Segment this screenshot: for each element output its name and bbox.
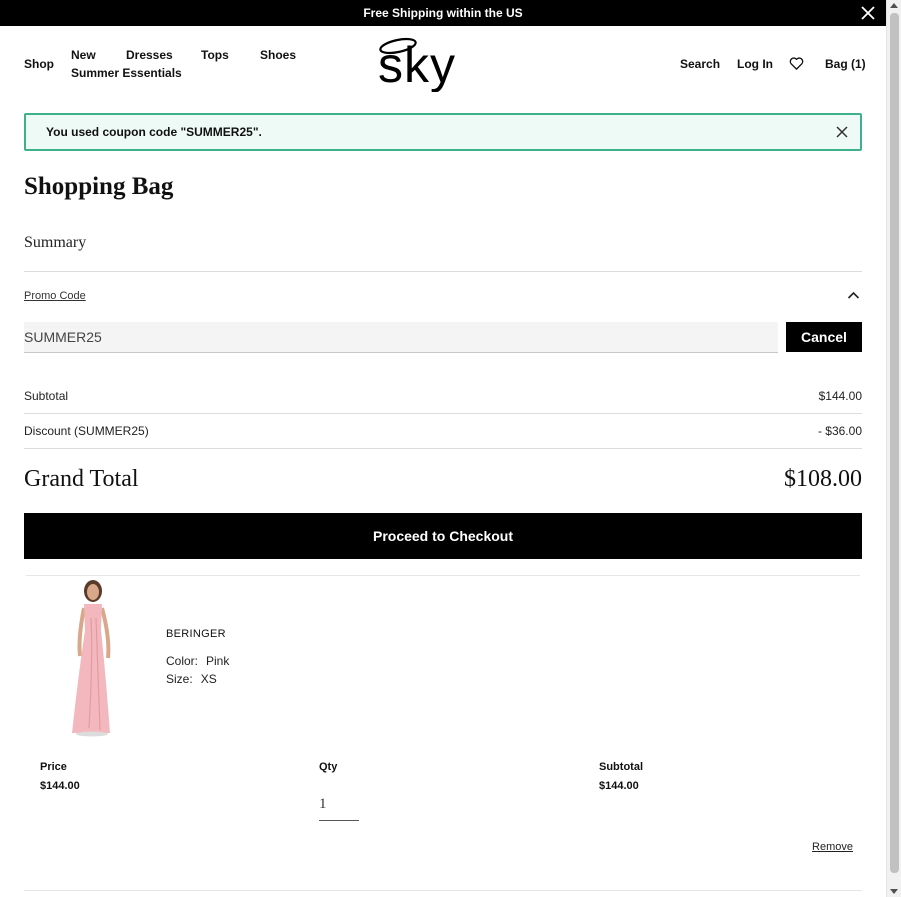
divider	[24, 890, 862, 891]
divider	[24, 413, 862, 414]
item-subtotal-label: Subtotal	[599, 761, 643, 773]
color-label: Color:	[166, 654, 199, 668]
product-name[interactable]: BERINGER	[166, 628, 226, 640]
discount-value: - $36.00	[817, 424, 862, 438]
nav-dresses[interactable]: Dresses	[126, 48, 173, 62]
discount-label: Discount (SUMMER25)	[24, 424, 149, 438]
summary-title: Summary	[24, 234, 87, 251]
coupon-alert-message: You used coupon code "SUMMER25".	[46, 125, 262, 139]
search-link[interactable]: Search	[680, 57, 720, 71]
sky-logo[interactable]: sky	[376, 34, 512, 92]
login-link[interactable]: Log In	[737, 57, 773, 71]
grand-total-label: Grand Total	[24, 466, 139, 492]
product-color: Color: Pink	[166, 654, 229, 668]
divider	[24, 448, 862, 449]
quantity-input[interactable]	[319, 788, 359, 821]
cancel-promo-button[interactable]: Cancel	[786, 322, 862, 352]
heart-icon[interactable]	[789, 56, 804, 71]
page-title: Shopping Bag	[24, 173, 174, 200]
bag-link[interactable]: Bag (1)	[825, 57, 866, 71]
item-subtotal-value: $144.00	[599, 780, 639, 792]
nav-tops[interactable]: Tops	[201, 48, 229, 62]
chevron-up-icon[interactable]	[847, 290, 860, 300]
price-value: $144.00	[40, 780, 80, 792]
nav-shop[interactable]: Shop	[24, 57, 54, 71]
nav-summer-essentials[interactable]: Summer Essentials	[71, 66, 182, 80]
scroll-up-arrow-icon[interactable]	[890, 3, 898, 8]
close-icon[interactable]	[860, 5, 876, 21]
divider	[24, 271, 862, 272]
announcement-bar: Free Shipping within the US	[0, 0, 886, 26]
coupon-alert: You used coupon code "SUMMER25".	[24, 113, 862, 151]
color-value: Pink	[206, 654, 230, 668]
announcement-text: Free Shipping within the US	[363, 6, 523, 20]
price-label: Price	[40, 761, 67, 773]
qty-label: Qty	[319, 761, 338, 773]
logo-text: sky	[378, 37, 456, 92]
close-icon[interactable]	[836, 126, 848, 138]
promo-code-toggle[interactable]: Promo Code	[24, 290, 86, 302]
subtotal-value: $144.00	[818, 389, 862, 403]
subtotal-label: Subtotal	[24, 389, 69, 403]
proceed-to-checkout-button[interactable]: Proceed to Checkout	[24, 513, 862, 559]
scrollbar[interactable]	[886, 0, 901, 897]
product-size: Size: XS	[166, 672, 217, 686]
nav-new[interactable]: New	[71, 48, 96, 62]
remove-item-link[interactable]: Remove	[812, 841, 853, 853]
nav-shoes[interactable]: Shoes	[260, 48, 296, 62]
product-image[interactable]	[58, 578, 134, 738]
scrollbar-thumb[interactable]	[890, 13, 899, 873]
divider	[26, 575, 860, 576]
grand-total-value: $108.00	[784, 466, 862, 492]
size-label: Size:	[166, 672, 193, 686]
size-value: XS	[200, 672, 217, 686]
promo-code-input[interactable]	[24, 322, 778, 353]
scroll-down-arrow-icon[interactable]	[890, 889, 898, 894]
